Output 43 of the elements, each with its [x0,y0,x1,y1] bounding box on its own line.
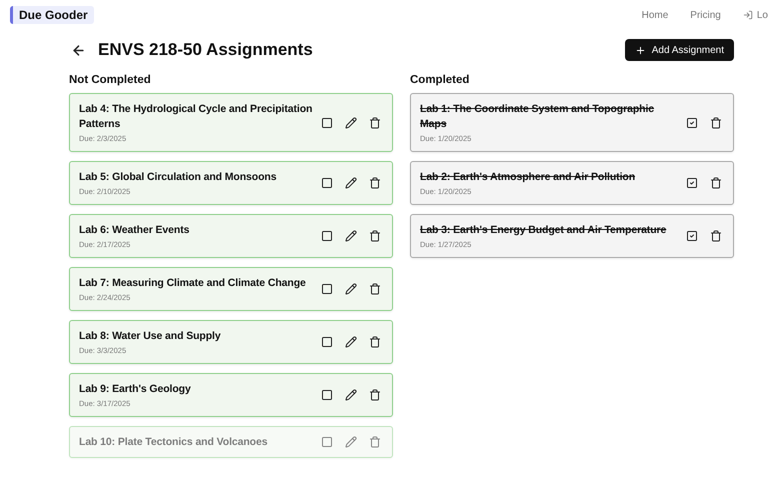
delete-button[interactable] [367,387,383,403]
edit-button[interactable] [343,387,359,403]
edit-button[interactable] [343,228,359,244]
assignment-title: Lab 7: Measuring Climate and Climate Change [79,276,306,291]
assignment-title: Lab 10: Plate Tectonics and Volcanoes [79,434,268,450]
nav-link[interactable]: Lo [742,10,768,20]
assignment-title: Lab 9: Earth's Geology [79,382,191,397]
page-title: ENVS 218-50 Assignments [98,40,313,60]
plus-icon [634,44,646,56]
checkbox[interactable] [684,175,700,191]
checkbox[interactable] [319,228,335,244]
logout-icon [742,10,753,20]
column-heading: Not Completed [69,74,152,86]
delete-button[interactable] [367,175,383,191]
checkbox[interactable] [319,281,335,297]
checkbox[interactable] [319,434,335,450]
checkbox[interactable] [319,387,335,403]
checkbox[interactable] [319,334,335,350]
assignment-title: Lab 1: The Coordinate System and Topographic Maps [420,102,656,132]
delete-button[interactable] [708,114,724,130]
column-heading: Completed [410,74,470,86]
checkbox[interactable] [319,175,335,191]
checkbox[interactable] [684,228,700,244]
assignment-title: Lab 3: Earth's Energy Budget and Air Temperature [420,223,666,238]
delete-button[interactable] [367,281,383,297]
delete-button[interactable] [367,114,383,130]
nav-link[interactable]: Pricing [690,10,721,20]
edit-button[interactable] [343,334,359,350]
edit-button[interactable] [343,114,359,130]
assignment-title: Lab 6: Weather Events [79,223,190,238]
delete-button[interactable] [708,175,724,191]
assignment-title: Lab 2: Earth's Atmosphere and Air Pollution [420,170,636,185]
edit-button[interactable] [343,175,359,191]
delete-button[interactable] [367,228,383,244]
delete-button[interactable] [367,334,383,350]
assignment-title: Lab 5: Global Circulation and Monsoons [79,170,276,185]
nav-link[interactable]: Home [642,10,668,20]
add-assignment-button[interactable]: Add Assignment [624,39,734,61]
assignment-title: Lab 4: The Hydrological Cycle and Precipitation Patterns [79,102,313,132]
assignment-title: Lab 8: Water Use and Supply [79,329,221,344]
edit-button[interactable] [343,281,359,297]
delete-button[interactable] [708,228,724,244]
brand-logo[interactable]: Due Gooder [10,6,94,24]
